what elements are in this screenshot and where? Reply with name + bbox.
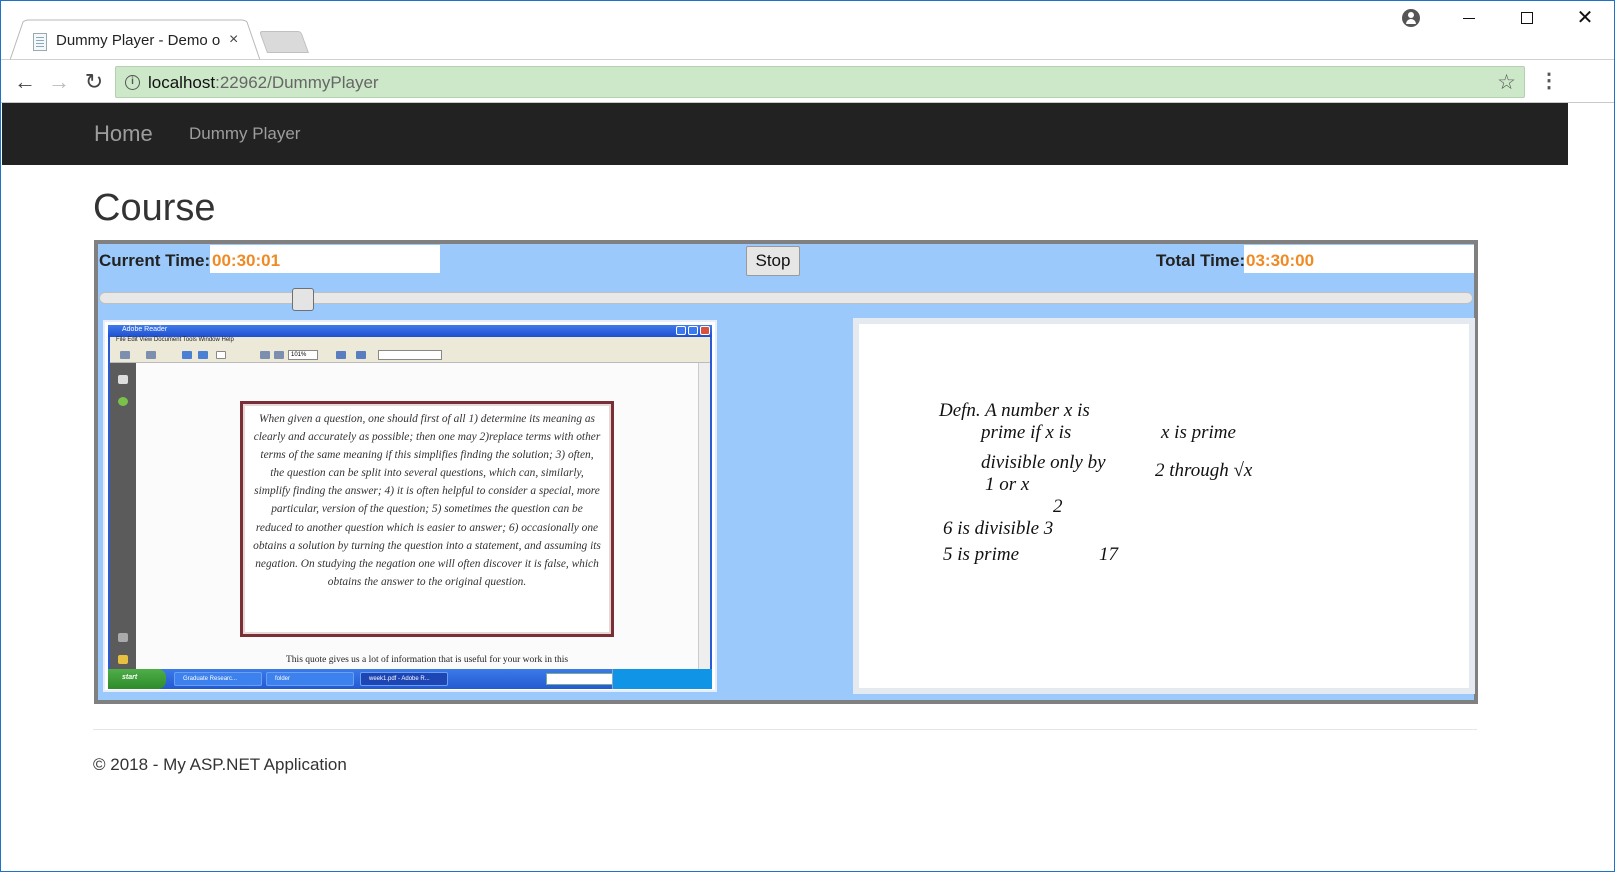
current-time-value: 00:30:01 xyxy=(210,245,440,273)
url-path: :22962/DummyPlayer xyxy=(215,73,379,92)
browser-toolbar: ← → ↻ i localhost:22962/DummyPlayer ☆ ⋮ xyxy=(1,59,1614,103)
nav-dummy-player-link[interactable]: Dummy Player xyxy=(189,124,300,144)
reload-icon[interactable]: ↻ xyxy=(80,68,108,96)
taskbar-item: folder xyxy=(266,672,354,686)
url-text[interactable]: localhost:22962/DummyPlayer xyxy=(148,73,379,93)
attachment-icon xyxy=(118,633,128,642)
nav-home-link[interactable]: Home xyxy=(94,121,153,147)
back-arrow-icon[interactable]: ← xyxy=(11,68,39,96)
pdf-find-box xyxy=(378,350,442,360)
minimize-icon xyxy=(1463,17,1475,19)
whiteboard-line: 1 or x xyxy=(985,474,1030,495)
pdf-body-text: This quote gives us a lot of information… xyxy=(286,655,569,665)
quote-box: When given a question, one should first … xyxy=(240,401,614,637)
print-icon xyxy=(120,351,130,359)
quote-text: When given a question, one should first … xyxy=(253,413,601,588)
profile-icon xyxy=(1402,9,1420,27)
whiteboard-line: 5 is prime xyxy=(943,544,1019,565)
taskbar-item: Graduate Researc... xyxy=(174,672,262,686)
bookmarks-icon xyxy=(118,397,128,406)
prev-page-icon xyxy=(182,351,192,359)
page-title: Course xyxy=(93,187,216,229)
taskbar-item: week1.pdf - Adobe R... xyxy=(360,672,448,686)
address-bar[interactable]: i localhost:22962/DummyPlayer ☆ xyxy=(115,66,1525,98)
whiteboard-line: Defn. A number x is xyxy=(938,400,1090,421)
whiteboard-line: 2 through √x xyxy=(1155,460,1253,481)
browser-menu-icon[interactable]: ⋮ xyxy=(1539,68,1559,93)
start-button: start xyxy=(108,669,166,689)
whiteboard-line: prime if x is xyxy=(979,422,1071,443)
minimize-button[interactable] xyxy=(1440,1,1498,35)
pdf-toolbar: 101% xyxy=(110,347,710,363)
maximize-button[interactable] xyxy=(1498,1,1556,35)
close-icon: ✕ xyxy=(1576,7,1594,29)
footer-divider xyxy=(93,729,1477,730)
bookmark-star-icon[interactable]: ☆ xyxy=(1497,70,1516,95)
whiteboard-line: 2 xyxy=(1053,496,1063,517)
comments-icon xyxy=(118,655,128,664)
whiteboard-line: divisible only by xyxy=(981,452,1106,473)
total-time-label: Total Time: xyxy=(1156,251,1246,270)
browser-titlebar: Dummy Player - Demo o × ✕ xyxy=(1,1,1614,61)
pdf-sidebar xyxy=(110,363,136,669)
forward-arrow-icon[interactable]: → xyxy=(45,68,73,96)
taskbar-search xyxy=(546,673,622,685)
pdf-document: When given a question, one should first … xyxy=(136,363,698,669)
whiteboard-line: 17 xyxy=(1099,544,1120,565)
new-tab-button[interactable] xyxy=(258,31,310,53)
player-panel: Current Time: 00:30:01 Stop Total Time: … xyxy=(94,240,1478,704)
window-controls: ✕ xyxy=(1382,1,1614,35)
pdf-titlebar: Adobe Reader xyxy=(108,325,712,337)
total-time-value: 03:30:00 xyxy=(1244,245,1474,273)
whiteboard-line: 6 is divisible 3 xyxy=(943,518,1053,539)
close-window-button[interactable]: ✕ xyxy=(1556,1,1614,35)
fit-width-icon xyxy=(356,351,366,359)
xp-taskbar: start Graduate Researc... folder week1.p… xyxy=(108,669,712,689)
seek-slider-thumb[interactable] xyxy=(292,288,315,311)
current-time-label: Current Time: xyxy=(99,251,211,270)
pdf-viewer-window: Adobe Reader File Edit View Document Too… xyxy=(108,325,712,689)
whiteboard-canvas: Defn. A number x is prime if x is divisi… xyxy=(938,400,1253,565)
pdf-zoom-box: 101% xyxy=(288,350,318,360)
profile-button[interactable] xyxy=(1382,1,1440,35)
whiteboard-line: x is prime xyxy=(1160,422,1236,443)
page-icon xyxy=(33,33,47,51)
pdf-minimize-icon xyxy=(676,326,686,335)
tab-title: Dummy Player - Demo o xyxy=(56,32,221,49)
system-tray xyxy=(612,669,712,689)
pdf-close-icon xyxy=(700,326,710,335)
info-icon[interactable]: i xyxy=(125,75,140,90)
browser-tab[interactable]: Dummy Player - Demo o × xyxy=(21,23,247,59)
pdf-menubar: File Edit View Document Tools Window Hel… xyxy=(110,337,710,347)
fit-page-icon xyxy=(336,351,346,359)
browser-window: Dummy Player - Demo o × ✕ ← → ↻ i localh… xyxy=(0,0,1615,872)
whiteboard-pane: Defn. A number x is prime if x is divisi… xyxy=(853,318,1475,694)
zoom-out-icon xyxy=(260,351,270,359)
zoom-in-icon xyxy=(274,351,284,359)
slides-video-pane: Adobe Reader File Edit View Document Too… xyxy=(103,320,717,692)
next-page-icon xyxy=(198,351,208,359)
share-icon xyxy=(146,351,156,359)
close-tab-icon[interactable]: × xyxy=(229,31,238,49)
stop-button[interactable]: Stop xyxy=(746,246,800,276)
pdf-window-title: Adobe Reader xyxy=(122,326,168,333)
footer-text: © 2018 - My ASP.NET Application xyxy=(93,755,347,774)
site-navbar: Home Dummy Player xyxy=(2,103,1568,165)
pdf-maximize-icon xyxy=(688,326,698,335)
maximize-icon xyxy=(1521,12,1533,24)
page-number-box xyxy=(216,351,226,359)
pdf-scrollbar xyxy=(698,363,710,669)
pdf-window-buttons xyxy=(676,326,710,335)
url-host: localhost xyxy=(148,73,216,92)
pages-icon xyxy=(118,375,128,384)
